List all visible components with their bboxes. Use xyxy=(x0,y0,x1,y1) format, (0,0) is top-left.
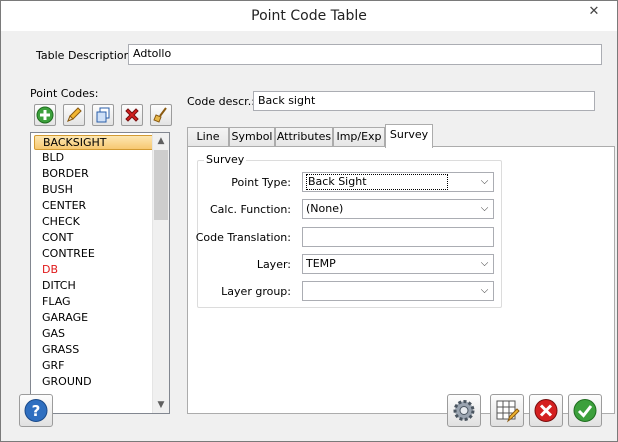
table-edit-button[interactable] xyxy=(490,394,524,427)
list-item[interactable]: BACKSIGHT xyxy=(34,135,166,150)
edit-code-button[interactable] xyxy=(63,104,85,126)
point-code-table-window: Point Code Table ✕ Table Description: Ad… xyxy=(0,0,618,442)
clean-button[interactable] xyxy=(150,104,172,126)
list-item[interactable]: CENTER xyxy=(31,198,169,214)
chevron-down-icon: ⌵ xyxy=(480,258,489,269)
chevron-down-icon: ⌵ xyxy=(480,285,489,296)
list-item[interactable]: CONT xyxy=(31,230,169,246)
point-codes-label: Point Codes: xyxy=(30,87,99,100)
chevron-down-icon: ⌵ xyxy=(480,203,489,214)
delete-icon xyxy=(125,108,139,122)
point-type-value: Back Sight xyxy=(306,174,448,190)
dialog-body: Table Description: Adtollo Point Codes: xyxy=(2,31,616,441)
chevron-down-icon: ⌵ xyxy=(480,176,489,187)
code-translation-input[interactable] xyxy=(302,227,494,247)
cancel-icon xyxy=(534,399,558,422)
point-type-select[interactable]: Back Sight ⌵ xyxy=(302,172,494,192)
copy-code-button[interactable] xyxy=(92,104,114,126)
delete-code-button[interactable] xyxy=(121,104,143,126)
list-item[interactable]: DB xyxy=(31,262,169,278)
survey-group: Survey Point Type: Back Sight ⌵ Calc. Fu… xyxy=(195,153,502,308)
broom-icon xyxy=(153,107,167,123)
point-type-label: Point Type: xyxy=(231,176,291,189)
close-icon: ✕ xyxy=(588,4,600,19)
survey-tab-panel: Survey Point Type: Back Sight ⌵ Calc. Fu… xyxy=(187,146,615,414)
calc-function-label: Calc. Function: xyxy=(209,203,291,216)
scroll-thumb[interactable] xyxy=(154,150,168,220)
cancel-button[interactable] xyxy=(529,394,563,427)
tab-survey[interactable]: Survey xyxy=(385,124,433,148)
copy-icon xyxy=(96,107,110,123)
svg-text:?: ? xyxy=(32,402,41,420)
list-scrollbar[interactable]: ▲ ▼ xyxy=(152,133,169,413)
code-translation-label: Code Translation: xyxy=(195,231,291,244)
settings-gear-icon xyxy=(453,400,475,421)
ok-icon xyxy=(573,399,597,422)
scroll-down-icon[interactable]: ▼ xyxy=(153,397,169,413)
ok-button[interactable] xyxy=(568,394,602,427)
help-button[interactable]: ? xyxy=(19,394,53,427)
layer-value: TEMP xyxy=(306,257,336,270)
list-item[interactable]: CONTREE xyxy=(31,246,169,262)
layer-select[interactable]: TEMP ⌵ xyxy=(302,254,494,274)
list-item[interactable]: BORDER xyxy=(31,166,169,182)
list-item[interactable]: GAS xyxy=(31,326,169,342)
list-item[interactable]: BLD xyxy=(31,150,169,166)
table-description-label: Table Description: xyxy=(36,49,135,62)
list-item[interactable]: DITCH xyxy=(31,278,169,294)
help-icon: ? xyxy=(24,399,48,422)
code-description-input[interactable]: Back sight xyxy=(253,91,595,111)
window-title: Point Code Table xyxy=(251,8,367,24)
scroll-up-icon[interactable]: ▲ xyxy=(153,133,169,149)
tab-symbol[interactable]: Symbol xyxy=(229,127,275,146)
calc-function-select[interactable]: (None) ⌵ xyxy=(302,199,494,219)
layer-label: Layer: xyxy=(256,258,291,271)
list-item[interactable]: GARAGE xyxy=(31,310,169,326)
layer-group-label: Layer group: xyxy=(221,285,291,298)
list-item[interactable]: GRF xyxy=(31,358,169,374)
tab-imp-exp[interactable]: Imp/Exp xyxy=(333,127,385,146)
list-item[interactable]: GRASS xyxy=(31,342,169,358)
list-item[interactable]: GROUND xyxy=(31,374,169,390)
point-codes-items: BACKSIGHT BLD BORDER BUSH CENTER CHECK CONT CON… xyxy=(31,135,169,390)
code-description-label: Code descr.: xyxy=(187,95,255,108)
table-edit-icon xyxy=(496,400,520,423)
list-item[interactable]: CHECK xyxy=(31,214,169,230)
tab-attributes[interactable]: Attributes xyxy=(275,127,333,146)
list-item[interactable]: BUSH xyxy=(31,182,169,198)
title-bar: Point Code Table ✕ xyxy=(1,1,617,31)
point-codes-list[interactable]: BACKSIGHT BLD BORDER BUSH CENTER CHECK CONT CON… xyxy=(30,132,170,414)
layer-group-select[interactable]: ⌵ xyxy=(302,281,494,301)
survey-group-title: Survey xyxy=(204,153,247,166)
add-code-button[interactable] xyxy=(34,104,56,126)
close-button[interactable]: ✕ xyxy=(577,2,611,22)
table-description-input[interactable]: Adtollo xyxy=(128,44,602,65)
edit-pencil-icon xyxy=(67,107,82,122)
settings-button[interactable] xyxy=(447,394,481,427)
calc-function-value: (None) xyxy=(306,202,344,215)
tab-line[interactable]: Line xyxy=(187,127,229,146)
list-item[interactable]: FLAG xyxy=(31,294,169,310)
add-icon xyxy=(36,106,54,124)
